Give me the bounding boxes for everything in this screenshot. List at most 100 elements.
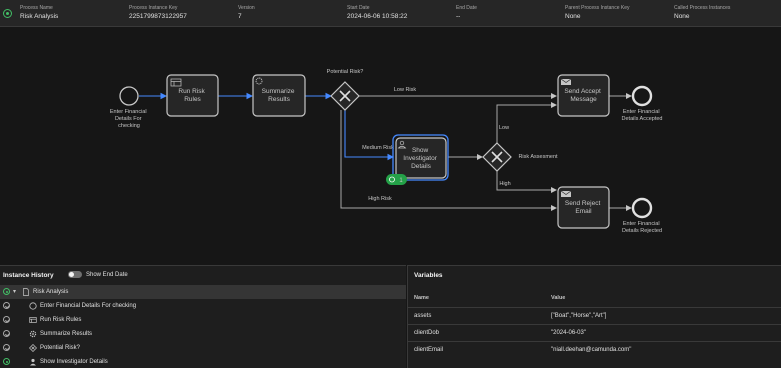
- business-rule-icon: [29, 317, 37, 323]
- completed-check-icon: [3, 344, 10, 351]
- show-end-date-toggle[interactable]: [68, 271, 82, 278]
- variable-name: assets: [414, 313, 432, 319]
- variable-name: clientDob: [414, 330, 440, 336]
- history-item-label: Enter Financial Details For checking: [40, 302, 137, 309]
- start-event-label: Enter Financial Details For checking: [110, 109, 148, 129]
- start-label-line: Enter Financial: [110, 109, 147, 115]
- task-label-line: Send Reject: [565, 200, 601, 207]
- header-label: End Date: [456, 5, 477, 11]
- user-task-icon: [30, 358, 36, 366]
- variables-col-value: Value: [551, 295, 566, 301]
- flow-low: [496, 102, 557, 143]
- send-task-icon: [560, 190, 572, 197]
- end-event-accepted[interactable]: Enter Financial Details Accepted: [622, 85, 663, 122]
- header-label: Version: [238, 5, 255, 11]
- header-value: 7: [238, 13, 242, 20]
- flow-label-high-risk: High Risk: [368, 196, 392, 202]
- history-item-label: Risk Analysis: [33, 288, 69, 295]
- end-label-line: Details Rejected: [622, 228, 662, 234]
- variable-row[interactable]: clientDob "2024-06-03": [408, 324, 781, 341]
- flow-label-high: High: [499, 181, 510, 187]
- header-process-name: Process Name Risk Analysis: [20, 5, 58, 22]
- start-event[interactable]: [119, 86, 139, 106]
- header-value: None: [565, 13, 581, 20]
- active-status-icon: [3, 358, 10, 365]
- gateway-risk-assesment[interactable]: Risk Assesment: [482, 142, 558, 172]
- header-value: Risk Analysis: [20, 13, 59, 20]
- flow-label-low: Low: [499, 125, 509, 131]
- task-summarize-results[interactable]: Summarize Results: [252, 74, 306, 117]
- header-value: --: [456, 13, 461, 20]
- header-start-date: Start Date 2024-06-06 10:58:22: [347, 5, 407, 22]
- service-task-icon: [29, 330, 37, 338]
- task-label-line: Show: [412, 147, 429, 154]
- instance-history-panel: Instance History Show End Date ▾ Risk An…: [0, 265, 406, 368]
- gateway-potential-risk[interactable]: Potential Risk?: [327, 69, 364, 111]
- header-label: Called Process Instances: [674, 5, 731, 11]
- instance-header: Process Name Risk Analysis Process Insta…: [0, 0, 781, 27]
- variables-title: Variables: [414, 272, 443, 279]
- history-item-label: Potential Risk?: [40, 344, 81, 351]
- task-label-line: Details: [411, 163, 432, 170]
- end-event-label: Enter Financial Details Rejected: [622, 221, 662, 234]
- active-status-icon: [3, 9, 12, 18]
- history-item-label: Show Investigator Details: [40, 358, 108, 365]
- show-end-date-label: Show End Date: [86, 272, 128, 278]
- start-label-line: Details For: [115, 116, 142, 122]
- header-called-instances: Called Process Instances None: [674, 5, 730, 22]
- header-version: Version 7: [238, 5, 255, 22]
- end-label-line: Enter Financial: [623, 109, 660, 115]
- variable-row[interactable]: clientEmail "niall.deehan@camunda.com": [408, 341, 781, 358]
- header-parent-instance: Parent Process Instance Key None: [565, 5, 629, 22]
- gateway-label: Risk Assesment: [518, 154, 558, 160]
- variable-value: "2024-06-03": [551, 330, 586, 336]
- header-value: 2024-06-06 10:58:22: [347, 13, 408, 20]
- active-token-badge[interactable]: 1: [386, 174, 407, 185]
- task-label-line: Run Risk: [178, 88, 205, 95]
- task-send-accept-message[interactable]: Send Accept Message: [557, 74, 610, 117]
- bpmn-diagram-canvas[interactable]: Enter Financial Details For checking Run…: [0, 28, 781, 264]
- start-event-icon: [29, 302, 37, 310]
- flow-label-low-risk: Low Risk: [394, 87, 417, 93]
- end-event-rejected[interactable]: Enter Financial Details Rejected: [622, 197, 662, 234]
- history-item[interactable]: Show Investigator Details: [0, 355, 406, 368]
- variable-name: clientEmail: [414, 347, 444, 353]
- flow-label-medium-risk: Medium Risk: [362, 145, 394, 151]
- history-item[interactable]: Summarize Results: [0, 327, 406, 341]
- task-label-line: Email: [575, 208, 592, 215]
- history-item[interactable]: Enter Financial Details For checking: [0, 299, 406, 313]
- task-run-risk-rules[interactable]: Run Risk Rules: [166, 74, 219, 117]
- start-label-line: checking: [118, 123, 140, 129]
- completed-check-icon: [3, 316, 10, 323]
- header-value: None: [674, 13, 690, 20]
- completed-check-icon: [3, 302, 10, 309]
- gateway-label: Potential Risk?: [327, 69, 364, 75]
- completed-check-icon: [3, 330, 10, 337]
- task-send-reject-email[interactable]: Send Reject Email: [557, 186, 610, 229]
- active-status-icon: [3, 288, 10, 295]
- chevron-down-icon[interactable]: ▾: [13, 288, 16, 295]
- variable-value: ["Boat","Horse","Art"]: [551, 313, 607, 319]
- end-label-line: Enter Financial: [623, 221, 660, 227]
- variables-panel: Variables Name Value assets ["Boat","Hor…: [407, 265, 781, 368]
- task-show-investigator-details[interactable]: Show Investigator Details 1: [386, 134, 449, 185]
- gateway-icon: [29, 344, 37, 352]
- end-event-label: Enter Financial Details Accepted: [622, 109, 663, 122]
- header-label: Process Instance Key: [129, 5, 178, 11]
- task-label-line: Send Accept: [564, 88, 601, 95]
- header-value[interactable]: 2251799873122957: [129, 12, 187, 22]
- variable-value: "niall.deehan@camunda.com": [551, 347, 632, 353]
- history-item-label: Summarize Results: [40, 330, 93, 337]
- instance-history-title: Instance History: [3, 272, 54, 279]
- task-label-line: Rules: [184, 96, 201, 103]
- header-instance-key: Process Instance Key 2251799873122957: [129, 5, 187, 22]
- variable-row[interactable]: assets ["Boat","Horse","Art"]: [408, 307, 781, 324]
- history-item-root[interactable]: ▾ Risk Analysis: [0, 285, 406, 299]
- history-item[interactable]: Run Risk Rules: [0, 313, 406, 327]
- history-item[interactable]: Potential Risk?: [0, 341, 406, 355]
- header-label: Start Date: [347, 5, 370, 11]
- task-label-line: Results: [268, 96, 290, 103]
- end-label-line: Details Accepted: [622, 116, 663, 122]
- header-label: Parent Process Instance Key: [565, 5, 630, 11]
- header-end-date: End Date --: [456, 5, 477, 22]
